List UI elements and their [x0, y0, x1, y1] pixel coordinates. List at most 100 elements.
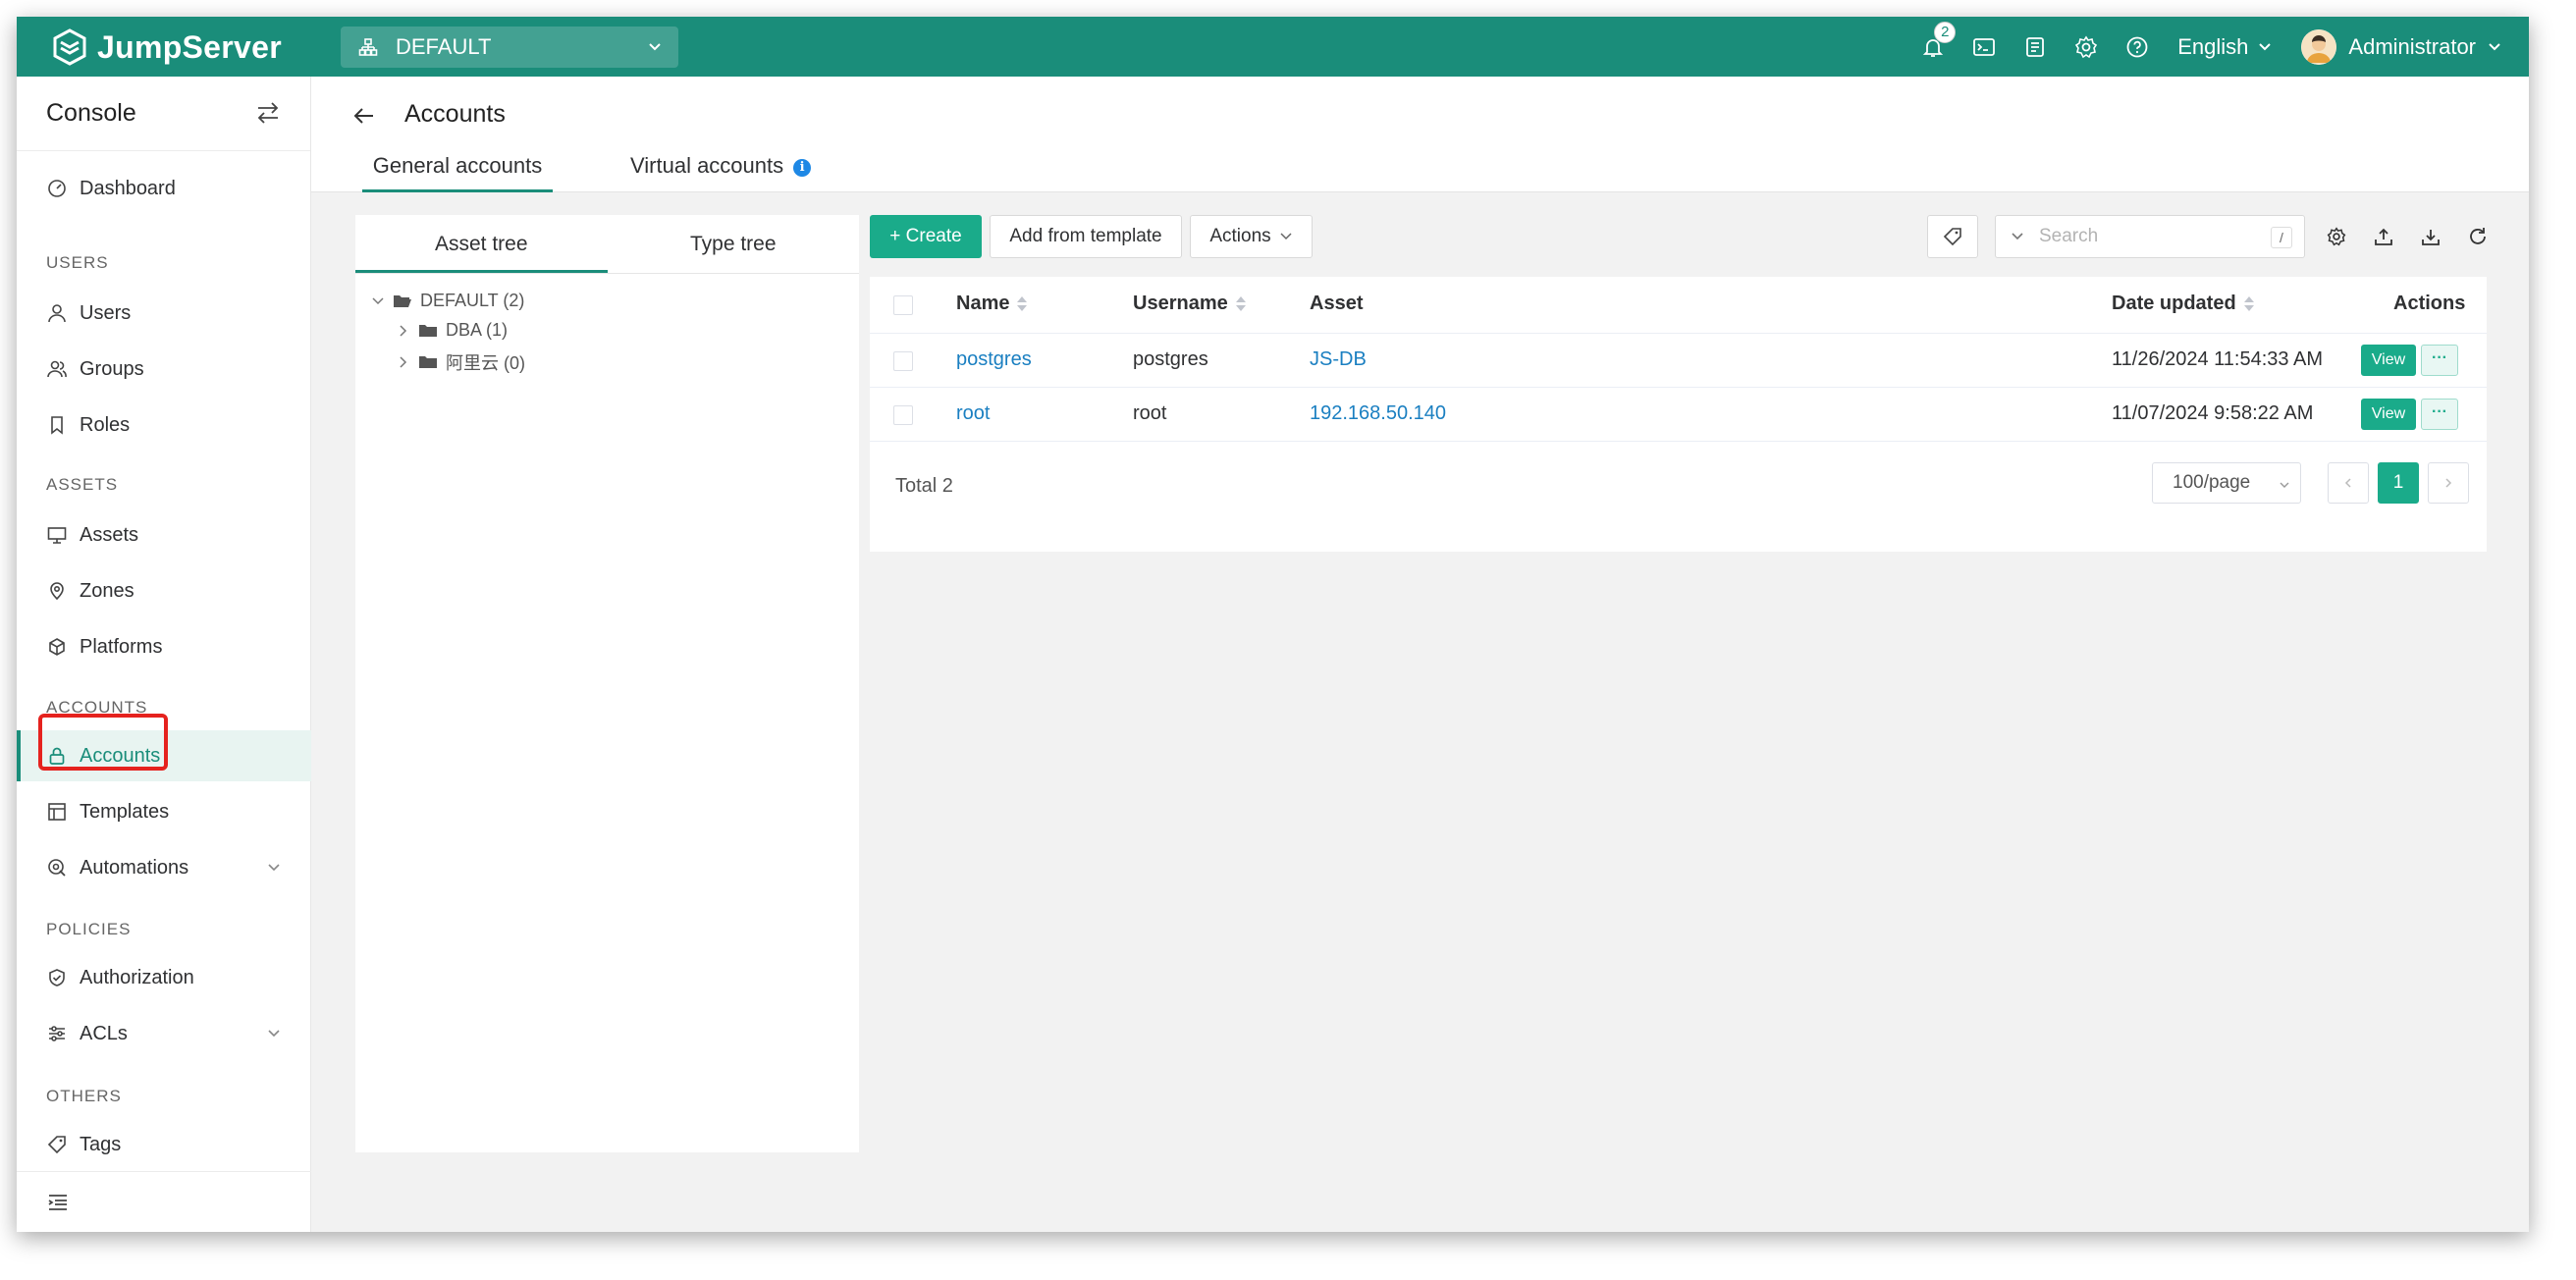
- sidebar-item-label: Groups: [80, 357, 144, 380]
- export-button[interactable]: [2372, 225, 2395, 248]
- monitor-icon: [47, 527, 67, 544]
- switch-view-icon[interactable]: [255, 100, 281, 126]
- actions-dropdown[interactable]: Actions: [1190, 215, 1313, 258]
- view-button[interactable]: View: [2361, 345, 2416, 376]
- help-button[interactable]: [2124, 34, 2150, 60]
- table-settings-button[interactable]: [2325, 225, 2348, 248]
- tickets-button[interactable]: [2022, 34, 2048, 60]
- sidebar-item-label: Templates: [80, 800, 170, 823]
- sidebar-item-platforms[interactable]: Platforms: [17, 621, 311, 672]
- chevron-down-icon: [268, 864, 280, 872]
- asset-link[interactable]: 192.168.50.140: [1310, 402, 1446, 425]
- terminal-icon: [1973, 37, 1996, 56]
- sidebar-item-authorization[interactable]: Authorization: [17, 952, 311, 1003]
- sidebar-item-dashboard[interactable]: Dashboard: [17, 163, 311, 214]
- folder-open-icon: [394, 294, 411, 307]
- sidebar-item-tags[interactable]: Tags: [17, 1119, 311, 1170]
- sidebar-item-label: Platforms: [80, 635, 163, 658]
- refresh-button[interactable]: [2466, 225, 2490, 248]
- table-toolbar: + Create Add from template Actions Searc…: [870, 215, 2487, 258]
- gear-icon: [2075, 35, 2098, 58]
- column-label: Username: [1133, 293, 1228, 314]
- sidebar-item-acls[interactable]: ACLs: [17, 1008, 311, 1059]
- settings-button[interactable]: [2073, 34, 2099, 60]
- table-header: Name Username Asset Date updated Actions: [870, 277, 2487, 334]
- row-checkbox[interactable]: [893, 351, 913, 371]
- page-number-button[interactable]: 1: [2378, 462, 2419, 504]
- sidebar-item-accounts[interactable]: Accounts: [17, 730, 311, 781]
- user-menu[interactable]: Administrator: [2301, 28, 2501, 65]
- search-input[interactable]: Search /: [1995, 215, 2305, 258]
- account-name-link[interactable]: root: [956, 402, 990, 425]
- collapse-menu-icon[interactable]: [46, 1191, 70, 1214]
- username-cell: postgres: [1133, 348, 1208, 370]
- info-icon[interactable]: i: [793, 159, 812, 177]
- page-size-select[interactable]: 100/page: [2152, 462, 2301, 504]
- account-name-link[interactable]: postgres: [956, 348, 1032, 371]
- tree-node-root[interactable]: DEFAULT (2): [371, 291, 524, 311]
- sort-icon[interactable]: [2243, 296, 2254, 311]
- date-updated-cell: 11/07/2024 9:58:22 AM: [2112, 402, 2314, 424]
- column-date-updated[interactable]: Date updated: [2112, 293, 2254, 315]
- sidebar-item-templates[interactable]: Templates: [17, 786, 311, 837]
- sidebar-item-automations[interactable]: Automations: [17, 842, 311, 893]
- chevron-down-icon[interactable]: [371, 294, 385, 308]
- prev-page-button[interactable]: [2328, 462, 2369, 504]
- section-assets-heading: ASSETS: [46, 475, 119, 494]
- logo-text: JumpServer: [97, 28, 282, 65]
- chevron-down-icon[interactable]: [2010, 229, 2025, 244]
- web-terminal-button[interactable]: [1971, 34, 1997, 60]
- page-title: Accounts: [404, 100, 506, 128]
- sort-icon[interactable]: [1235, 296, 1246, 311]
- create-button[interactable]: + Create: [870, 215, 982, 258]
- sidebar-item-users[interactable]: Users: [17, 288, 311, 339]
- sidebar-item-roles[interactable]: Roles: [17, 400, 311, 451]
- chevron-down-icon: [1280, 233, 1292, 240]
- tag-filter-button[interactable]: [1927, 215, 1978, 258]
- tab-asset-tree[interactable]: Asset tree: [355, 215, 608, 273]
- import-button[interactable]: [2419, 225, 2442, 248]
- sidebar-item-label: Tags: [80, 1133, 122, 1155]
- search-shortcut-hint: /: [2271, 227, 2292, 248]
- chevron-right-icon[interactable]: [397, 355, 410, 369]
- template-icon: [48, 803, 66, 821]
- tree-node-label: DEFAULT (2): [420, 291, 525, 310]
- tree-node-aliyun[interactable]: 阿里云 (0): [397, 349, 525, 375]
- chevron-down-icon: [649, 43, 661, 51]
- logo[interactable]: JumpServer: [50, 27, 282, 67]
- username-cell: root: [1133, 402, 1167, 424]
- tree-node-label: DBA (1): [446, 320, 509, 340]
- tab-virtual-accounts[interactable]: Virtual accounts i: [630, 153, 812, 192]
- tab-type-tree[interactable]: Type tree: [608, 215, 860, 273]
- column-username[interactable]: Username: [1133, 293, 1246, 315]
- organization-selector[interactable]: DEFAULT: [341, 27, 678, 68]
- sidebar-item-assets[interactable]: Assets: [17, 509, 311, 560]
- column-label: Name: [956, 293, 1010, 314]
- tree-node-dba[interactable]: DBA (1): [397, 320, 508, 341]
- notification-badge: 2: [1934, 21, 1957, 43]
- next-page-button[interactable]: [2428, 462, 2469, 504]
- column-name[interactable]: Name: [956, 293, 1028, 315]
- language-selector[interactable]: English: [2177, 34, 2272, 60]
- sort-icon[interactable]: [1017, 296, 1028, 311]
- more-actions-button[interactable]: ···: [2421, 399, 2458, 430]
- select-all-checkbox[interactable]: [893, 295, 913, 315]
- more-actions-button[interactable]: ···: [2421, 345, 2458, 376]
- cube-icon: [49, 638, 65, 656]
- table-row: root root 192.168.50.140 11/07/2024 9:58…: [870, 388, 2487, 442]
- back-arrow-icon[interactable]: [352, 104, 376, 128]
- sidebar-item-label: Authorization: [80, 966, 194, 988]
- notifications-button[interactable]: 2: [1920, 21, 1957, 60]
- tab-general-accounts[interactable]: General accounts: [362, 153, 553, 192]
- section-policies-heading: POLICIES: [46, 920, 132, 938]
- sidebar-item-label: Roles: [80, 413, 131, 436]
- sidebar-item-zones[interactable]: Zones: [17, 565, 311, 616]
- chevron-right-icon[interactable]: [397, 324, 410, 338]
- row-checkbox[interactable]: [893, 405, 913, 425]
- lock-icon: [49, 747, 65, 765]
- sidebar: Console Dashboard USERS Users Groups Rol…: [17, 77, 311, 1232]
- add-from-template-button[interactable]: Add from template: [990, 215, 1182, 258]
- sidebar-item-groups[interactable]: Groups: [17, 344, 311, 395]
- asset-link[interactable]: JS-DB: [1310, 348, 1367, 371]
- view-button[interactable]: View: [2361, 399, 2416, 430]
